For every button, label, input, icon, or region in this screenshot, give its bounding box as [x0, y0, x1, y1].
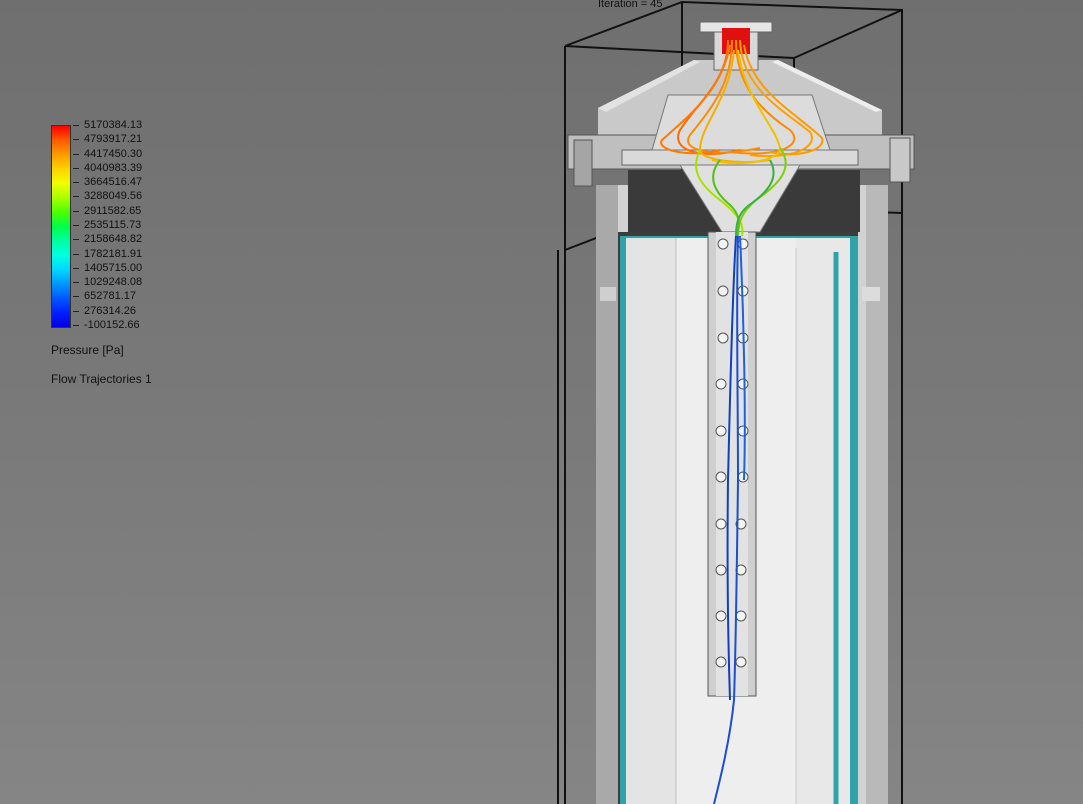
- legend-tick-label: 2911582.65: [84, 205, 142, 217]
- legend-tick: [73, 239, 79, 240]
- legend-tick: [73, 139, 79, 140]
- legend-tick-label: 4040983.39: [84, 162, 143, 174]
- legend-title: Pressure [Pa]: [51, 343, 124, 357]
- legend-tick: [73, 268, 79, 269]
- legend-tick: [73, 296, 79, 297]
- legend-tick-label: 1405715.00: [84, 262, 143, 274]
- legend-tick: [73, 311, 79, 312]
- legend-tick-label: -100152.66: [84, 319, 140, 331]
- legend-tick-label: 1029248.08: [84, 276, 143, 288]
- model-view[interactable]: [0, 0, 1083, 804]
- legend-tick: [73, 225, 79, 226]
- 3d-viewport[interactable]: Iteration = 45 5170384.13 4793917.21 44174…: [0, 0, 1083, 804]
- legend-tick: [73, 168, 79, 169]
- legend-tick-label: 1782181.91: [84, 248, 143, 260]
- legend-tick-label: 3288049.56: [84, 190, 143, 202]
- legend-tick: [73, 125, 79, 126]
- legend-tick-label: 4417450.30: [84, 148, 143, 160]
- legend-subtitle: Flow Trajectories 1: [51, 372, 152, 386]
- legend-tick: [73, 325, 79, 326]
- legend-tick-label: 5170384.13: [84, 119, 143, 131]
- legend-tick-label: 2158648.82: [84, 233, 143, 245]
- legend-tick-label: 2535115.73: [84, 219, 142, 231]
- iteration-label: Iteration = 45: [598, 0, 663, 10]
- legend-tick: [73, 196, 79, 197]
- legend-tick-label: 4793917.21: [84, 133, 143, 145]
- legend-tick: [73, 211, 79, 212]
- legend-tick-label: 3664516.47: [84, 176, 143, 188]
- legend-tick: [73, 154, 79, 155]
- pressure-colorbar: [51, 125, 71, 328]
- legend-tick-label: 276314.26: [84, 305, 136, 317]
- legend-tick: [73, 282, 79, 283]
- legend-tick: [73, 254, 79, 255]
- legend-tick: [73, 182, 79, 183]
- legend-tick-label: 652781.17: [84, 290, 136, 302]
